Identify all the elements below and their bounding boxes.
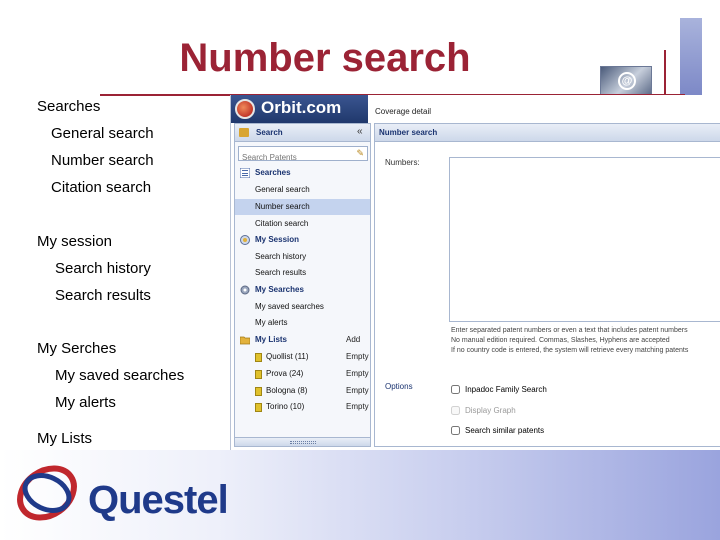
list-file-icon xyxy=(255,403,262,412)
tree-general-search-label: General search xyxy=(255,185,310,194)
tree-my-lists[interactable]: My Lists Add xyxy=(235,332,370,348)
outline-my-saved-searches: My saved searches xyxy=(55,367,185,384)
search-panel-header: Search « xyxy=(235,124,370,142)
tree-citation-search[interactable]: Citation search xyxy=(235,216,370,232)
tree-my-searches-label: My Searches xyxy=(255,285,304,294)
outline-my-alerts: My alerts xyxy=(55,394,116,411)
tree-search-history-label: Search history xyxy=(255,252,307,261)
outline-search-results: Search results xyxy=(55,287,151,304)
options-label: Options xyxy=(385,382,413,391)
tree-number-search-label: Number search xyxy=(255,202,310,211)
option-label: Display Graph xyxy=(465,406,516,415)
list-item-name: Quollist (11) xyxy=(266,352,309,361)
list-item[interactable]: Prova (24) Empty xyxy=(235,366,370,382)
list-file-icon xyxy=(255,353,262,362)
collapse-panel-button[interactable]: « xyxy=(357,126,363,137)
brand-bar: Orbit.com xyxy=(231,95,368,123)
tree-my-saved-searches-label: My saved searches xyxy=(255,302,324,311)
questel-logo-text: Questel xyxy=(88,478,229,522)
inpadoc-family-checkbox[interactable] xyxy=(451,385,460,394)
panel-resize-bar[interactable] xyxy=(235,437,370,446)
tree-my-searches[interactable]: My Searches xyxy=(235,282,370,298)
slide-title: Number search xyxy=(179,36,471,80)
search-patents-box: ✎ xyxy=(238,146,368,164)
list-file-icon xyxy=(255,370,262,379)
at-icon: @ xyxy=(618,72,636,90)
brand-name: Orbit.com xyxy=(261,98,342,117)
tree-search-results-label: Search results xyxy=(255,268,307,277)
tree-my-saved-searches[interactable]: My saved searches xyxy=(235,299,370,315)
add-list-link[interactable]: Add xyxy=(346,335,360,344)
folder-icon xyxy=(239,128,249,137)
outline-my-lists: My Lists xyxy=(37,430,93,447)
list-item-status[interactable]: Empty xyxy=(346,402,369,411)
tree-my-alerts[interactable]: My alerts xyxy=(235,315,370,331)
search-panel: Search « ✎ Searches General search Numbe… xyxy=(234,123,371,447)
numbers-textarea[interactable] xyxy=(449,157,720,322)
tree-searches[interactable]: Searches xyxy=(235,165,370,181)
list-item[interactable]: Bologna (8) Empty xyxy=(235,383,370,399)
pencil-icon[interactable]: ✎ xyxy=(356,148,364,159)
list-icon xyxy=(240,168,250,178)
outline-searches: Searches xyxy=(37,98,101,115)
numbers-label: Numbers: xyxy=(385,158,420,167)
numbers-help-text: Enter separated patent numbers or even a… xyxy=(451,326,688,356)
tree-my-session-label: My Session xyxy=(255,235,300,244)
list-file-icon xyxy=(255,387,262,396)
outline-my-session: My session xyxy=(37,233,113,250)
tree-my-alerts-label: My alerts xyxy=(255,318,288,327)
list-item[interactable]: Torino (10) Empty xyxy=(235,399,370,415)
display-graph-checkbox[interactable] xyxy=(451,406,460,415)
list-item-status[interactable]: Empty xyxy=(346,352,369,361)
session-icon xyxy=(240,235,250,245)
at-sign-thumbnail: @ xyxy=(600,66,652,96)
search-patents-input[interactable] xyxy=(239,151,349,164)
corner-line xyxy=(664,50,666,100)
questel-logo-icon xyxy=(17,465,77,521)
gear-icon xyxy=(240,285,250,295)
option-label: Search similar patents xyxy=(465,426,545,435)
help-line: No manual edition required. Commas, Slas… xyxy=(451,337,670,344)
list-item-name: Torino (10) xyxy=(266,402,305,411)
list-item-name: Bologna (8) xyxy=(266,386,308,395)
outline-general-search: General search xyxy=(51,125,154,142)
help-line: If no country code is entered, the syste… xyxy=(451,347,689,354)
tree-search-results[interactable]: Search results xyxy=(235,265,370,281)
tree-general-search[interactable]: General search xyxy=(235,182,370,198)
resize-grip-icon xyxy=(290,441,316,444)
list-item-status[interactable]: Empty xyxy=(346,369,369,378)
folder-icon xyxy=(240,336,250,345)
outline-my-searches: My Serches xyxy=(37,340,117,357)
search-similar-checkbox[interactable] xyxy=(451,426,460,435)
list-item-status[interactable]: Empty xyxy=(346,386,369,395)
tree-my-session[interactable]: My Session xyxy=(235,232,370,248)
search-panel-title: Search xyxy=(256,128,283,137)
outline-search-history: Search history xyxy=(55,260,151,277)
number-search-panel: Number search Numbers: Enter separated p… xyxy=(374,123,720,447)
option-label: Inpadoc Family Search xyxy=(465,385,547,394)
tree-number-search[interactable]: Number search xyxy=(235,199,370,215)
orbit-logo-icon xyxy=(235,99,255,119)
outline-citation-search: Citation search xyxy=(51,179,152,196)
coverage-detail-link[interactable]: Coverage detail xyxy=(375,107,431,116)
tree-my-lists-label: My Lists xyxy=(255,335,288,344)
tree-searches-label: Searches xyxy=(255,168,291,177)
outline-number-search: Number search xyxy=(51,152,154,169)
corner-decoration xyxy=(680,18,702,98)
tree-search-history[interactable]: Search history xyxy=(235,249,370,265)
number-search-header: Number search xyxy=(375,124,720,142)
list-item-name: Prova (24) xyxy=(266,369,304,378)
orbit-app-window: Orbit.com Coverage detail Search « ✎ Sea… xyxy=(230,95,720,450)
list-item[interactable]: Quollist (11) Empty xyxy=(235,349,370,365)
tree-citation-search-label: Citation search xyxy=(255,219,309,228)
help-line: Enter separated patent numbers or even a… xyxy=(451,327,688,334)
number-search-title: Number search xyxy=(379,128,438,137)
app-header: Orbit.com Coverage detail xyxy=(231,95,720,123)
